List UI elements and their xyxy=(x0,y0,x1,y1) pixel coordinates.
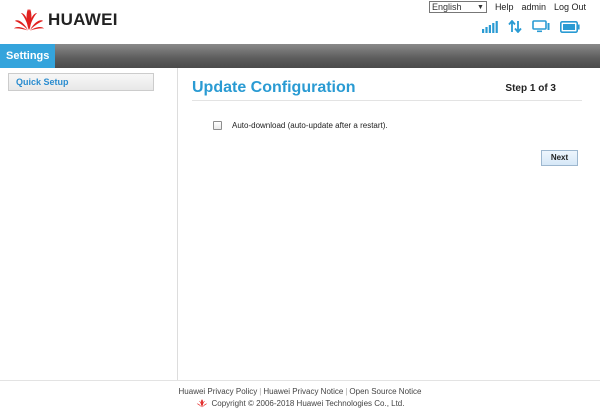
footer-links: Huawei Privacy Policy | Huawei Privacy Not… xyxy=(178,387,422,396)
help-link[interactable]: Help xyxy=(495,2,514,12)
step-indicator: Step 1 of 3 xyxy=(505,83,556,94)
footer-divider xyxy=(0,380,600,381)
open-source-notice-link[interactable]: Open Source Notice xyxy=(349,387,421,396)
chevron-down-icon: ▼ xyxy=(477,3,484,11)
auto-download-option: Auto-download (auto-update after a resta… xyxy=(213,121,388,130)
privacy-policy-link[interactable]: Huawei Privacy Policy xyxy=(179,387,258,396)
privacy-notice-link[interactable]: Huawei Privacy Notice xyxy=(263,387,343,396)
sidebar: Quick Setup xyxy=(0,68,178,380)
auto-download-label: Auto-download (auto-update after a resta… xyxy=(232,121,388,130)
main-content: Update Configuration Step 1 of 3 Auto-do… xyxy=(179,68,600,380)
auto-download-checkbox[interactable] xyxy=(213,121,222,130)
title-divider xyxy=(192,100,582,101)
language-value: English xyxy=(431,2,462,12)
logout-link[interactable]: Log Out xyxy=(554,2,586,12)
signal-icon[interactable] xyxy=(482,20,498,33)
huawei-flower-icon xyxy=(14,9,44,31)
page-title: Update Configuration xyxy=(192,79,356,96)
huawei-logo: HUAWEI xyxy=(14,8,118,32)
user-link[interactable]: admin xyxy=(521,2,546,12)
tab-settings[interactable]: Settings xyxy=(0,44,56,68)
status-icons xyxy=(482,20,580,33)
computer-icon[interactable] xyxy=(532,20,550,33)
top-bar: English ▼ Help admin Log Out xyxy=(428,0,586,14)
data-transfer-icon[interactable] xyxy=(508,20,522,33)
sidebar-item-quick-setup[interactable]: Quick Setup xyxy=(8,73,154,91)
header: HUAWEI English ▼ Help admin Log Out xyxy=(0,0,600,44)
brand-name: HUAWEI xyxy=(48,10,118,29)
copyright: Copyright © 2006-2018 Huawei Technologie… xyxy=(0,399,600,408)
battery-icon[interactable] xyxy=(560,20,580,33)
nav-bar: Settings xyxy=(0,44,600,68)
language-select[interactable]: English ▼ xyxy=(428,1,487,13)
huawei-small-logo-icon xyxy=(196,399,207,408)
copyright-text: Copyright © 2006-2018 Huawei Technologie… xyxy=(211,399,405,408)
next-button[interactable]: Next xyxy=(541,150,578,166)
